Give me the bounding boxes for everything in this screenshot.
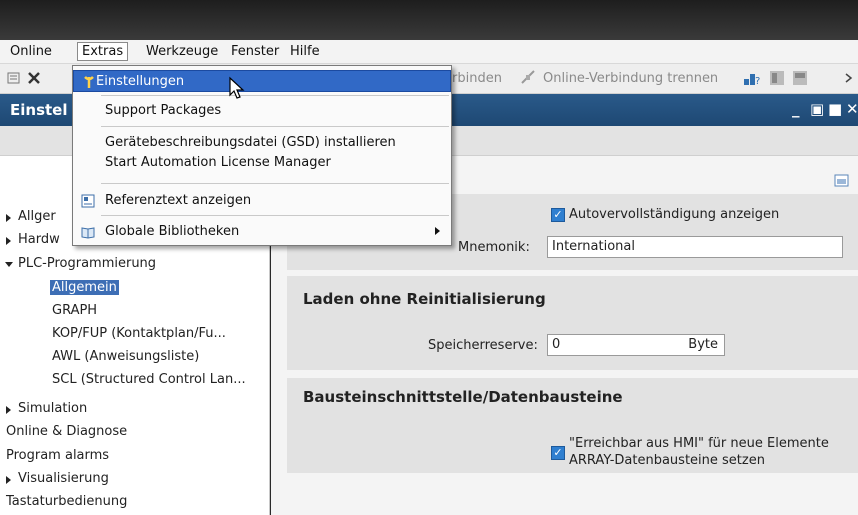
section-load: Laden ohne Reinitialisierung Speicherres… xyxy=(287,276,858,370)
tree-item-hardware[interactable]: Hardw xyxy=(18,232,60,247)
hmi-checkbox[interactable]: ✓ xyxy=(551,446,565,460)
menu-item-license-manager[interactable]: Start Automation License Manager xyxy=(73,152,451,174)
memory-reserve-unit: Byte xyxy=(688,337,718,352)
memory-reserve-field[interactable]: 0 Byte xyxy=(547,334,725,356)
menu-separator xyxy=(101,126,449,127)
tree-item-online-diagnose[interactable]: Online & Diagnose xyxy=(6,424,127,439)
window-top-frame xyxy=(0,0,858,40)
menu-item-gsd-install[interactable]: Gerätebeschreibungsdatei (GSD) installie… xyxy=(73,132,451,154)
menu-extras[interactable]: Extras xyxy=(77,42,129,61)
disconnect-online-button[interactable]: Online-Verbindung trennen xyxy=(543,71,718,86)
toolbar-list-icon[interactable] xyxy=(6,70,22,86)
mnemonic-label: Mnemonik: xyxy=(458,240,530,255)
window-split-horizontal-icon[interactable] xyxy=(792,70,808,86)
tree-item-allgemein[interactable]: Allgemein xyxy=(50,280,119,295)
tree-item-program-alarms[interactable]: Program alarms xyxy=(6,448,109,463)
section-interface-title: Bausteinschnittstelle/Datenbausteine xyxy=(303,388,623,406)
menu-separator xyxy=(101,183,449,184)
expand-arrow-icon[interactable] xyxy=(6,476,11,484)
autocomplete-checkbox[interactable]: ✓ xyxy=(551,208,565,222)
menu-item-label: Globale Bibliotheken xyxy=(105,224,240,239)
maximize-icon[interactable]: ■ xyxy=(828,100,842,118)
menu-separator xyxy=(101,95,449,96)
tree-item-awl[interactable]: AWL (Anweisungsliste) xyxy=(52,349,199,364)
menu-separator xyxy=(101,215,449,216)
tree-item-simulation[interactable]: Simulation xyxy=(18,401,87,416)
hmi-label-line1: "Erreichbar aus HMI" für neue Elemente xyxy=(569,436,829,451)
disconnect-icon[interactable] xyxy=(520,70,536,86)
editor-title: Einstel xyxy=(10,101,68,119)
tree-item-visualisierung[interactable]: Visualisierung xyxy=(18,471,109,486)
restore-icon[interactable]: ▣ xyxy=(810,100,824,118)
menu-item-support-packages[interactable]: Support Packages xyxy=(73,100,451,122)
menu-item-label: Einstellungen xyxy=(96,74,185,89)
section-interface: Bausteinschnittstelle/Datenbausteine ✓ "… xyxy=(287,378,858,473)
menu-item-label: Start Automation License Manager xyxy=(105,155,331,170)
panel-options-icon[interactable] xyxy=(834,174,850,188)
menu-item-label: Referenztext anzeigen xyxy=(105,193,252,208)
window-split-icon[interactable] xyxy=(769,70,785,86)
tree-item-graph[interactable]: GRAPH xyxy=(52,303,97,318)
reference-text-icon xyxy=(81,194,95,208)
menu-item-label: Gerätebeschreibungsdatei (GSD) installie… xyxy=(105,135,396,150)
menu-item-label: Support Packages xyxy=(105,103,222,118)
mnemonic-field[interactable]: International xyxy=(547,236,843,258)
tree-item-tastaturbedienung[interactable]: Tastaturbedienung xyxy=(6,494,127,509)
minimize-icon[interactable]: _ xyxy=(792,100,800,118)
menu-item-referenztext[interactable]: Referenztext anzeigen xyxy=(73,190,451,212)
delete-icon[interactable] xyxy=(26,70,42,86)
section-load-title: Laden ohne Reinitialisierung xyxy=(303,290,546,308)
menu-bar: Online Extras Werkzeuge Fenster Hilfe xyxy=(0,40,858,64)
hmi-label-line2: ARRAY-Datenbausteine setzen xyxy=(569,453,765,468)
wrench-icon xyxy=(82,75,96,89)
tree-item-scl[interactable]: SCL (Structured Control Lan... xyxy=(52,372,246,387)
menu-fenster[interactable]: Fenster xyxy=(231,44,279,59)
tree-item-kop-fup[interactable]: KOP/FUP (Kontaktplan/Fu... xyxy=(52,326,226,341)
accessible-devices-icon[interactable]: ? xyxy=(743,70,760,87)
memory-reserve-label: Speicherreserve: xyxy=(428,338,538,353)
tree-item-allgemein-root[interactable]: Allger xyxy=(18,209,56,224)
autocomplete-label: Autovervollständigung anzeigen xyxy=(569,207,780,222)
memory-reserve-value: 0 xyxy=(552,337,561,352)
extras-menu: Einstellungen Support Packages Gerätebes… xyxy=(72,65,452,246)
submenu-arrow-icon xyxy=(435,227,440,235)
expand-arrow-icon[interactable] xyxy=(6,214,11,222)
expand-arrow-icon[interactable] xyxy=(6,237,11,245)
menu-item-einstellungen[interactable]: Einstellungen xyxy=(73,70,451,92)
menu-online[interactable]: Online xyxy=(10,44,52,59)
svg-text:?: ? xyxy=(755,76,760,86)
toolbar-more-icon[interactable] xyxy=(842,70,858,86)
connect-online-button[interactable]: rbinden xyxy=(452,71,502,86)
menu-hilfe[interactable]: Hilfe xyxy=(290,44,320,59)
expand-arrow-icon[interactable] xyxy=(6,406,11,414)
mouse-cursor-icon xyxy=(228,76,248,102)
close-icon[interactable]: ✕ xyxy=(846,100,858,118)
menu-werkzeuge[interactable]: Werkzeuge xyxy=(146,44,218,59)
menu-item-globale-bibliotheken[interactable]: Globale Bibliotheken xyxy=(73,221,451,243)
tree-item-plc-programmierung[interactable]: PLC-Programmierung xyxy=(18,256,156,271)
collapse-arrow-icon[interactable] xyxy=(5,262,13,267)
library-icon xyxy=(81,225,95,239)
